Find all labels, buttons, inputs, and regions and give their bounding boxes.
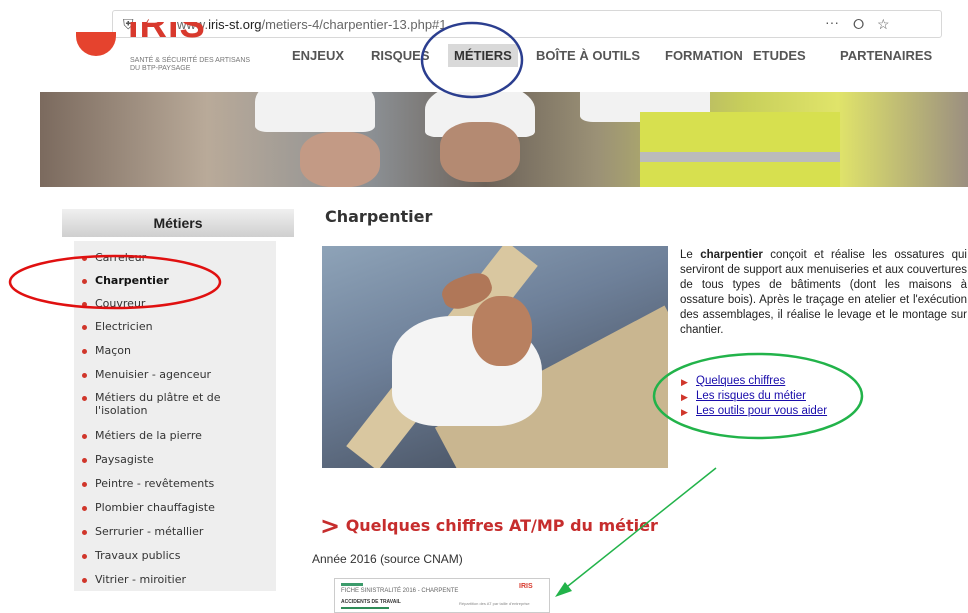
blue-circle-annotation bbox=[420, 21, 524, 99]
red-circle-annotation bbox=[8, 254, 222, 310]
green-circle-annotation bbox=[652, 352, 864, 440]
annotation-layer bbox=[8, 21, 864, 597]
green-arrow-line bbox=[562, 467, 717, 591]
